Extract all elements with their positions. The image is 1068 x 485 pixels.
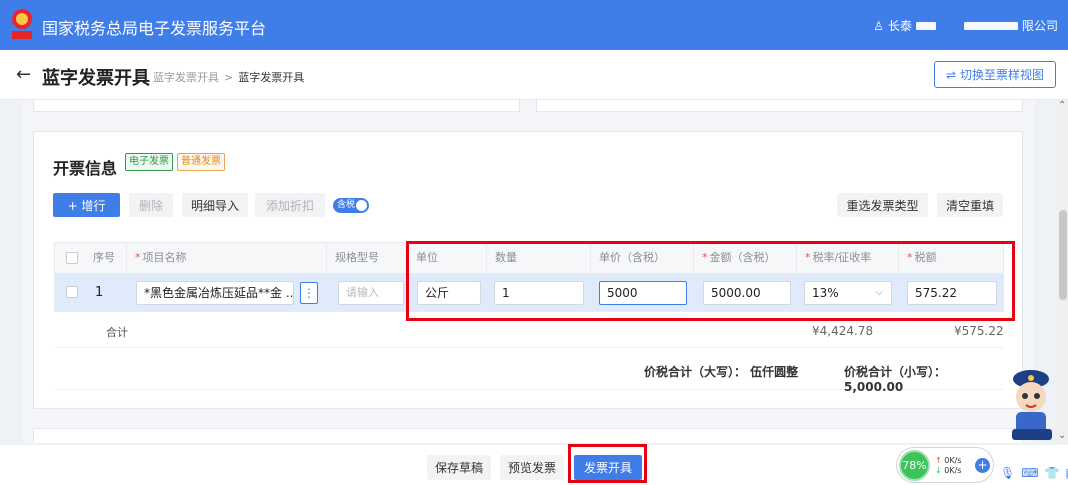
shirt-icon[interactable]: 👕: [1045, 466, 1060, 480]
app-title: 国家税务总局电子发票服务平台: [42, 19, 267, 38]
page-header: ← 蓝字发票开具 蓝字发票开具 > 蓝字发票开具 ⇌ 切换至票样视图: [0, 50, 1068, 100]
section-title: 开票信息: [53, 159, 118, 178]
quantity-input[interactable]: 1: [494, 281, 584, 305]
previous-card: [536, 100, 1023, 112]
scrollbar-thumb[interactable]: [1059, 210, 1067, 300]
column-header: 数量: [487, 243, 591, 273]
invoice-info-card: 开票信息 电子发票 普通发票 + 增行 删除 明细导入 添加折扣 含税 重选发票…: [33, 131, 1023, 409]
table-header: 序号 * 项目名称 规格型号 单位 数量 单价（含税） * 金额（含税） * 税率/征…: [54, 242, 1004, 274]
column-header: 规格型号: [327, 243, 408, 273]
switch-to-sample-view-button[interactable]: ⇌ 切换至票样视图: [934, 61, 1056, 88]
previous-card: [33, 100, 520, 112]
next-card: [33, 428, 1023, 443]
total-in-figures: 价税合计（小写）：5,000.00: [844, 365, 947, 394]
company-name: 限公司: [1021, 19, 1058, 33]
table-row: 1 *黑色金属冶炼压延品**金 ... ⋮ 请输入 公斤 1 5000 5000…: [54, 274, 1004, 312]
column-header: 单位: [408, 243, 487, 273]
gauge-icon: 78%: [899, 450, 930, 481]
scroll-up-icon[interactable]: ⌃: [1058, 100, 1066, 111]
row-checkbox[interactable]: [66, 286, 78, 298]
breadcrumb-item[interactable]: 蓝字发票开具: [153, 71, 219, 84]
user-name: 长泰: [887, 19, 912, 33]
delete-button[interactable]: 删除: [129, 193, 173, 217]
total-row: 价税合计（大写）： 伍仟圆整 价税合计（小写）：5,000.00: [54, 348, 1004, 394]
tag-ordinary-invoice: 普通发票: [177, 153, 225, 171]
column-header: * 金额（含税）: [694, 243, 797, 273]
item-name-input[interactable]: *黑色金属冶炼压延品**金 ...: [136, 281, 294, 305]
unit-price-input[interactable]: 5000: [599, 281, 687, 305]
summary-amount: ¥4,424.78: [812, 324, 874, 338]
column-header: * 税额: [907, 251, 937, 264]
assistant-mascot-icon[interactable]: [1002, 367, 1060, 442]
column-header: * 项目名称: [127, 243, 327, 273]
add-row-button[interactable]: + 增行: [53, 193, 120, 217]
back-arrow-icon[interactable]: ←: [16, 64, 31, 85]
plus-icon[interactable]: +: [975, 458, 990, 473]
amount-input[interactable]: 5000.00: [703, 281, 791, 305]
column-header: 序号: [85, 243, 127, 273]
network-monitor-widget[interactable]: 78% ↑ 0K/s ↓ 0K/s +: [896, 447, 994, 483]
column-header: * 税率/征收率: [797, 243, 899, 273]
row-index: 1: [95, 285, 104, 300]
total-in-words: 价税合计（大写）： 伍仟圆整: [644, 365, 799, 379]
spec-model-input[interactable]: 请输入: [338, 281, 404, 305]
top-bar: 国家税务总局电子发票服务平台 ♙ 长泰 限公司: [0, 0, 1068, 50]
user-icon: ♙: [873, 18, 884, 33]
unit-input[interactable]: 公斤: [417, 281, 481, 305]
detail-import-button[interactable]: 明细导入: [182, 193, 248, 217]
tax-amount-input[interactable]: 575.22: [907, 281, 997, 305]
tag-electronic-invoice: 电子发票: [125, 153, 173, 171]
breadcrumb: 蓝字发票开具 > 蓝字发票开具: [153, 71, 305, 84]
column-header: 单价（含税）: [591, 243, 694, 273]
toggle-knob: [356, 200, 367, 211]
tax-included-toggle[interactable]: 含税: [333, 198, 369, 213]
tax-rate-select[interactable]: 13% ⌵: [804, 281, 892, 305]
keyboard-icon[interactable]: ⌨: [1021, 466, 1038, 480]
summary-label: 合计: [106, 326, 128, 339]
chevron-down-icon: ⌵: [875, 287, 883, 298]
clear-refill-button[interactable]: 清空重填: [937, 193, 1003, 217]
upload-speed: ↑ 0K/s: [935, 456, 962, 465]
content-area[interactable]: 开票信息 电子发票 普通发票 + 增行 删除 明细导入 添加折扣 含税 重选发票…: [22, 100, 1035, 443]
switch-icon: ⇌: [945, 67, 957, 82]
masked-text: [915, 21, 936, 30]
preview-invoice-button[interactable]: 预览发票: [500, 455, 564, 480]
microphone-icon[interactable]: 🎙: [1000, 466, 1015, 480]
masked-text: [963, 21, 1018, 30]
select-all-checkbox[interactable]: [66, 252, 78, 264]
summary-tax: ¥575.22: [954, 324, 1004, 338]
issue-invoice-button[interactable]: 发票开具: [574, 455, 642, 480]
breadcrumb-current: 蓝字发票开具: [238, 71, 305, 84]
tray-icons: 🎙 ⌨ 👕 ▦: [1000, 466, 1068, 480]
reselect-invoice-type-button[interactable]: 重选发票类型: [837, 193, 928, 217]
add-discount-button[interactable]: 添加折扣: [255, 193, 325, 217]
tax-emblem-icon: [12, 9, 32, 39]
summary-row: 合计 ¥4,424.78 ¥575.22: [54, 312, 1004, 348]
more-options-icon[interactable]: ⋮: [300, 282, 318, 304]
page-title: 蓝字发票开具: [42, 68, 150, 89]
download-speed: ↓ 0K/s: [935, 466, 962, 475]
user-menu[interactable]: ♙ 长泰 限公司: [873, 17, 1058, 34]
save-draft-button[interactable]: 保存草稿: [427, 455, 491, 480]
